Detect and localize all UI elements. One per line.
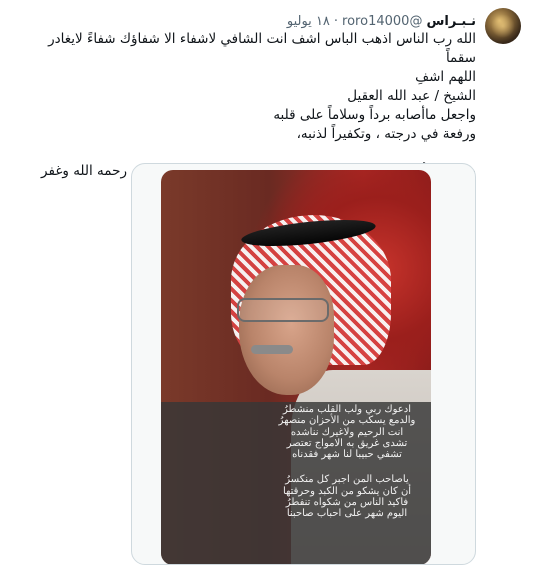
author-handle[interactable]: @roro14000 [342,14,422,29]
tweet-line: ورفعة في درجته ، وتكفيراً لذنبه، [296,126,476,142]
author-avatar[interactable] [485,8,521,44]
poem-line: ادعوك ربي ولب القلب منشطرُ [283,404,411,415]
poem-line: ياصاحب المن اجبر كل منكسرُ [285,474,409,486]
header-separator: · [333,13,339,29]
author-name[interactable]: نـبـراس [426,14,476,29]
tweet-date[interactable]: ١٨ يوليو [287,14,330,29]
tweet-line: الله رب الناس اذهب الباس اشف انت الشافي … [48,31,476,66]
photo-glasses [237,298,329,322]
poem-line: والدمع يسكب من الأحزان منصهرُ [278,415,416,427]
tweet-media[interactable]: ادعوك ربي ولب القلب منشطرُ والدمع يسكب م… [131,163,476,565]
photo-mustache [251,345,293,354]
poem-line: انت الرحيم ولاغيرك نناشده [290,426,404,438]
poem-line: أن كان يشكو من الكبد وحرقتها [282,485,412,497]
poem-line: تشفي حبيبا لنا شهر فقدناه [292,449,402,461]
tweet-line: واجعل ماأصابه برداً وسلاماً على قلبه [273,107,476,123]
tweet-line: الشيخ / عبد الله العقيل [347,88,476,104]
poem-line: اليوم شهر على احباب صاحبنا [286,508,408,520]
tweet-line: اللهم اشفِ [415,69,476,85]
poem-line: فاكيد الناس من شكواه تنفطرُ [285,497,409,509]
poem-text: ادعوك ربي ولب القلب منشطرُ والدمع يسكب م… [237,404,457,520]
photo-face [239,265,334,395]
tweet[interactable]: نـبـراس @roro14000 · ١٨ يوليو الله رب ال… [0,0,538,565]
poem-line: تشدى غريق به الامواج تعتصر [286,437,408,449]
tweet-header: نـبـراس @roro14000 · ١٨ يوليو [287,12,476,30]
